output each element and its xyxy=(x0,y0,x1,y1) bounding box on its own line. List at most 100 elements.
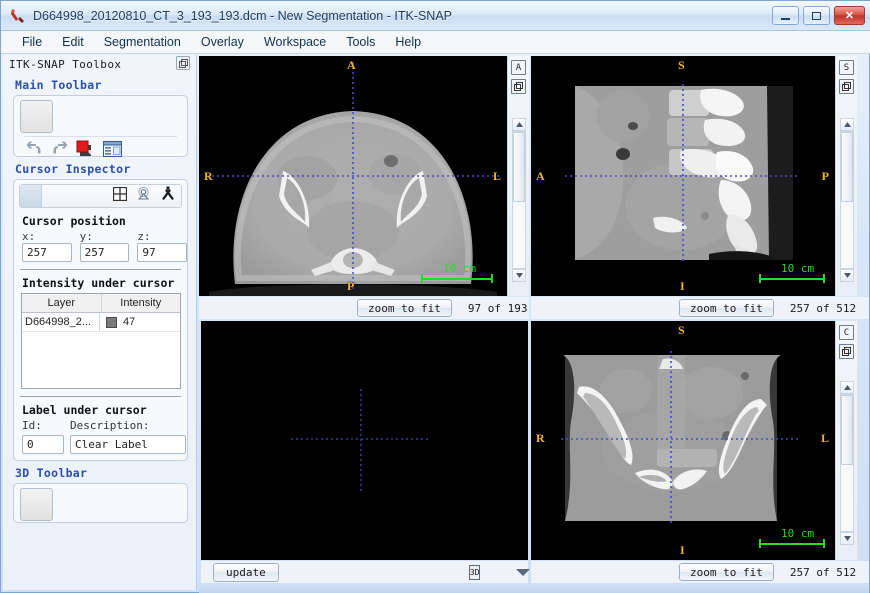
z-axis-label: z: xyxy=(137,230,187,243)
crosshair-target-icon[interactable] xyxy=(136,186,151,206)
toolbox-title: ITK-SNAP Toolbox xyxy=(9,58,121,71)
menu-workspace[interactable]: Workspace xyxy=(255,33,335,51)
label-color-icon[interactable] xyxy=(76,140,95,162)
scroll-up-arrow[interactable] xyxy=(512,118,526,131)
scrollbar-thumb[interactable] xyxy=(841,132,853,202)
axial-view[interactable]: A P R L 10 cm xyxy=(199,56,507,296)
column-layer: Layer xyxy=(22,294,102,312)
layer-inspector-icon[interactable] xyxy=(103,141,122,162)
orientation-label-top: S xyxy=(678,58,685,73)
hammers-icon[interactable] xyxy=(160,186,176,206)
sagittal-scrollbar[interactable] xyxy=(840,131,854,269)
expand-icon[interactable] xyxy=(511,79,526,94)
axial-slice-image xyxy=(199,56,507,296)
main-tool-button[interactable] xyxy=(20,100,53,133)
coronal-status-strip: zoom to fit 257 of 512 xyxy=(531,561,869,583)
scale-bar-label: 10 cm xyxy=(781,527,814,540)
y-axis-label: y: xyxy=(80,230,130,243)
intensity-title: Intensity under cursor xyxy=(22,276,187,290)
scroll-down-arrow[interactable] xyxy=(512,269,526,282)
coronal-view[interactable]: S I R L 10 cm xyxy=(531,321,835,560)
sagittal-status-strip: zoom to fit 257 of 512 xyxy=(531,297,869,319)
scale-bar: 10 cm xyxy=(759,278,825,280)
cursor-x-input[interactable]: 257 xyxy=(22,243,72,262)
window-controls: ✕ xyxy=(772,6,865,25)
grid-icon[interactable] xyxy=(113,187,127,206)
orientation-label-left: A xyxy=(536,169,545,184)
chevron-down-icon[interactable] xyxy=(516,569,530,576)
axial-plane-indicator[interactable]: A xyxy=(511,60,526,75)
popout-icon[interactable] xyxy=(176,56,190,70)
label-id-input[interactable]: 0 xyxy=(22,435,64,454)
coronal-plane-indicator[interactable]: C xyxy=(839,325,854,340)
render-3d-status-strip: update 3D xyxy=(201,561,528,583)
scroll-down-arrow[interactable] xyxy=(840,269,854,282)
coronal-slice-image xyxy=(531,321,835,560)
label-id-caption: Id: xyxy=(22,419,64,432)
maximize-button[interactable] xyxy=(803,6,830,25)
section-rule-2 xyxy=(20,396,181,397)
minimize-button[interactable] xyxy=(772,6,799,25)
menu-tools[interactable]: Tools xyxy=(337,33,384,51)
render-3d-view[interactable] xyxy=(201,321,528,560)
cursor-position-title: Cursor position xyxy=(22,214,187,228)
cursor-z-input[interactable]: 97 xyxy=(137,243,187,262)
coronal-slice-indicator: 257 of 512 xyxy=(790,566,856,579)
intensity-value: 47 xyxy=(123,316,135,328)
sagittal-slice-image xyxy=(531,56,835,296)
undo-icon[interactable] xyxy=(26,141,43,161)
orientation-label-bottom: P xyxy=(347,279,354,294)
bottom-status-bar xyxy=(199,586,869,593)
toolstrip-drag-handle[interactable] xyxy=(20,185,42,207)
menu-edit[interactable]: Edit xyxy=(53,33,93,51)
scrollbar-thumb[interactable] xyxy=(513,132,525,202)
coronal-view-rail: C xyxy=(835,321,857,560)
cursor-y-input[interactable]: 257 xyxy=(80,243,130,262)
cursor-axis-labels: x: y: z: xyxy=(14,230,187,243)
orientation-label-left: R xyxy=(536,431,545,446)
update-button[interactable]: update xyxy=(213,563,279,582)
cursor-inspector-toolstrip xyxy=(19,184,182,208)
axial-scrollbar[interactable] xyxy=(512,131,526,269)
sagittal-zoom-to-fit-button[interactable]: zoom to fit xyxy=(679,299,774,317)
expand-icon[interactable] xyxy=(839,344,854,359)
orientation-label-bottom: I xyxy=(680,279,685,294)
menu-overlay[interactable]: Overlay xyxy=(192,33,253,51)
x-axis-label: x: xyxy=(22,230,72,243)
column-intensity: Intensity xyxy=(102,294,181,312)
label-field-inputs: 0 Clear Label xyxy=(14,435,187,454)
menu-segmentation[interactable]: Segmentation xyxy=(95,33,190,51)
axial-slice-indicator: 97 of 193 xyxy=(468,302,528,315)
scrollbar-thumb[interactable] xyxy=(841,395,853,465)
redo-icon[interactable] xyxy=(51,141,68,161)
toolbar-3d-button[interactable] xyxy=(20,488,53,521)
itk-snap-window: D664998_20120810_CT_3_193_193.dcm - New … xyxy=(0,0,870,593)
menu-help[interactable]: Help xyxy=(386,33,430,51)
toolstrip-icons xyxy=(113,186,176,206)
axial-zoom-to-fit-button[interactable]: zoom to fit xyxy=(357,299,452,317)
table-row[interactable]: D664998_2... 47 xyxy=(22,313,180,332)
coronal-scrollbar[interactable] xyxy=(840,394,854,532)
toolbar-3d-heading: 3D Toolbar xyxy=(15,466,196,480)
sagittal-plane-indicator[interactable]: S xyxy=(839,60,854,75)
menu-file[interactable]: File xyxy=(13,33,51,51)
sagittal-slice-indicator: 257 of 512 xyxy=(790,302,856,315)
intensity-table[interactable]: Layer Intensity D664998_2... 47 xyxy=(21,293,181,389)
render-3d-canvas xyxy=(201,321,528,560)
label-description-input[interactable]: Clear Label xyxy=(70,435,186,454)
sagittal-view[interactable]: S I A P 10 cm xyxy=(531,56,835,296)
scale-bar-label: 10 cm xyxy=(781,262,814,275)
scroll-down-arrow[interactable] xyxy=(840,532,854,545)
expand-icon[interactable] xyxy=(839,79,854,94)
axial-view-rail: A xyxy=(507,56,529,296)
orientation-label-left: R xyxy=(204,169,213,184)
scroll-up-arrow[interactable] xyxy=(840,381,854,394)
close-button[interactable]: ✕ xyxy=(834,6,865,25)
scroll-up-arrow[interactable] xyxy=(840,118,854,131)
cursor-inspector-heading: Cursor Inspector xyxy=(15,162,196,176)
coronal-zoom-to-fit-button[interactable]: zoom to fit xyxy=(679,563,774,581)
title-bar: D664998_20120810_CT_3_193_193.dcm - New … xyxy=(1,1,870,31)
toolbox-header: ITK-SNAP Toolbox xyxy=(3,55,196,73)
3d-mode-button[interactable]: 3D xyxy=(469,565,481,580)
orientation-label-top: A xyxy=(347,58,356,73)
